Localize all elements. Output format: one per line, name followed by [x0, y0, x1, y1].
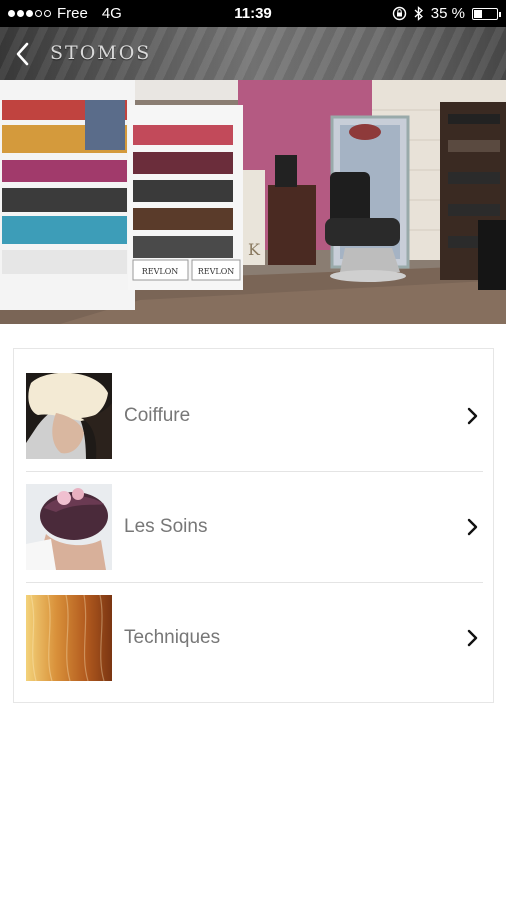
- back-button[interactable]: [10, 39, 34, 69]
- menu-item-label: Techniques: [124, 627, 221, 648]
- shelf-letter: K: [248, 240, 261, 259]
- chevron-right-icon: [467, 629, 478, 647]
- menu-list: Coiffure Les Soins Techniques: [13, 348, 494, 703]
- haircut-photo: [26, 373, 112, 459]
- status-bar: Free 4G 11:39 35 %: [0, 0, 506, 27]
- page-title: STOMOS: [50, 42, 152, 64]
- shelf-brand-left: REVLON: [142, 267, 179, 276]
- bluetooth-icon: [414, 6, 423, 21]
- salon-interior-photo: REVLON REVLON K: [0, 80, 506, 324]
- menu-item-techniques[interactable]: Techniques: [26, 583, 483, 693]
- menu-item-label: Les Soins: [124, 516, 208, 537]
- battery-icon: [472, 7, 501, 20]
- app-header: STOMOS: [0, 27, 506, 80]
- chevron-right-icon: [467, 407, 478, 425]
- hair-color-photo: [26, 595, 112, 681]
- chevron-right-icon: [467, 518, 478, 536]
- battery-level: [474, 9, 482, 18]
- chevron-left-icon: [16, 42, 29, 66]
- status-right: 35 %: [392, 0, 501, 27]
- menu-item-coiffure[interactable]: Coiffure: [26, 361, 483, 471]
- menu-item-les-soins[interactable]: Les Soins: [26, 472, 483, 582]
- hair-care-photo: [26, 484, 112, 570]
- orientation-lock-icon: [392, 6, 406, 21]
- hero-illustration: REVLON REVLON K: [0, 80, 506, 324]
- battery-percent: 35 %: [430, 5, 465, 22]
- shelf-brand-right: REVLON: [198, 267, 235, 276]
- menu-item-label: Coiffure: [124, 405, 191, 426]
